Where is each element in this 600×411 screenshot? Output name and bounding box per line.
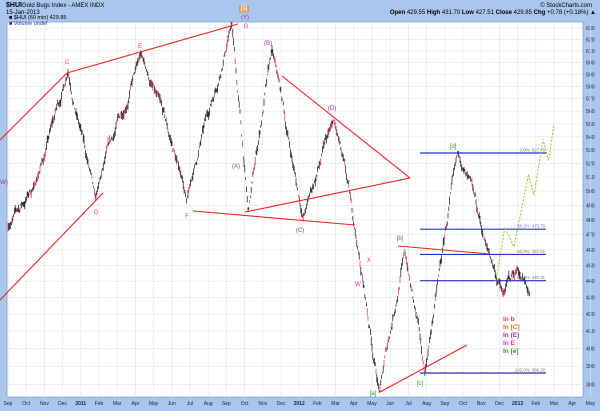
x-tick-label: Aug — [422, 401, 431, 407]
legend: ■ $HUI (60 min) 429.85 ■ Volume undef — [9, 15, 66, 27]
x-tick-label: 2011 — [75, 401, 86, 407]
volume-swatch-icon: ■ — [9, 21, 13, 27]
wave-label: [d] — [450, 144, 457, 150]
wave-annotation: In E — [503, 340, 516, 347]
wave-label: [3] — [241, 6, 248, 12]
x-tick-label: 2012 — [294, 401, 305, 407]
x-tick-label: Apr — [568, 401, 576, 407]
x-tick-label: Aug — [204, 401, 213, 407]
x-tick-label: Apr — [132, 401, 140, 407]
legend-volume: ■ Volume undef — [9, 21, 66, 27]
wave-label: [a] — [370, 391, 377, 397]
x-tick-label: Jul — [187, 401, 193, 407]
wave-label: (Y) — [241, 15, 249, 21]
x-tick-label: Jul — [405, 401, 411, 407]
wave-label: G — [244, 24, 249, 30]
fib-level-label: 61.8%: 440.31 — [517, 275, 545, 280]
x-tick-label: Nov — [477, 401, 486, 407]
x-tick-label: Apr — [350, 401, 358, 407]
wave-label: (A) — [232, 164, 240, 170]
x-tick-label: Dec — [277, 401, 286, 407]
x-tick-label: Feb — [531, 401, 540, 407]
wave-label: (W) — [0, 180, 8, 186]
x-tick-label: Sep — [4, 401, 13, 407]
x-tick-label: Oct — [22, 401, 30, 407]
legend-volume-label: Volume undef — [13, 21, 48, 27]
wave-label: [b] — [397, 236, 404, 242]
wave-annotation: In (E) — [503, 332, 519, 339]
x-tick-label: Sep — [222, 401, 231, 407]
x-tick-label: Mar — [550, 401, 559, 407]
x-tick-label: May — [367, 401, 377, 407]
wave-annotation: In [e] — [503, 348, 519, 355]
x-tick-label: Jun — [168, 401, 176, 407]
x-tick-label: Nov — [258, 401, 267, 407]
price-chart: 6306206106005905805705605505405305205105… — [0, 5, 596, 407]
wave-label: E — [138, 44, 142, 50]
wave-label: (B) — [264, 41, 272, 47]
wave-label: C — [65, 60, 70, 66]
x-tick-label: Feb — [313, 401, 322, 407]
x-tick-label: Mar — [331, 401, 340, 407]
x-tick-label: May — [586, 401, 596, 407]
x-tick-label: Dec — [495, 401, 504, 407]
x-tick-label: Oct — [459, 401, 467, 407]
x-tick-label: Feb — [95, 401, 104, 407]
wave-label: (D) — [328, 106, 336, 112]
x-tick-label: Dec — [58, 401, 67, 407]
fib-level-label: 38.2%: 473.70 — [517, 224, 545, 229]
wave-annotation: In b — [503, 316, 515, 323]
x-tick-label: May — [149, 401, 159, 407]
wave-annotation: In [C] — [503, 324, 520, 331]
x-tick-label: 2013 — [512, 401, 523, 407]
x-tick-label: Nov — [40, 401, 49, 407]
wave-label: [c] — [417, 381, 424, 387]
wave-label: D — [94, 210, 99, 216]
wave-label: X — [367, 258, 371, 264]
x-tick-label: Oct — [241, 401, 249, 407]
fib-level-label: 100.0%: 386.28 — [515, 368, 546, 373]
x-tick-label: Mar — [113, 401, 122, 407]
x-tick-label: Sep — [440, 401, 449, 407]
wave-label: (C) — [296, 228, 304, 234]
wave-label: W — [355, 282, 361, 288]
wave-label: F — [185, 214, 189, 220]
fib-level-label: 50.0%: 457.01 — [517, 249, 545, 254]
x-tick-label: Jun — [386, 401, 394, 407]
